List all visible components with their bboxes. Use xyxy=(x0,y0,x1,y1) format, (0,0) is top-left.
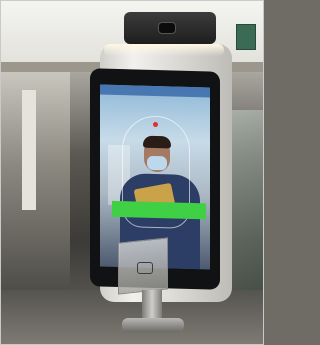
photo-scene xyxy=(0,0,264,345)
photo-frame-border xyxy=(0,0,264,345)
